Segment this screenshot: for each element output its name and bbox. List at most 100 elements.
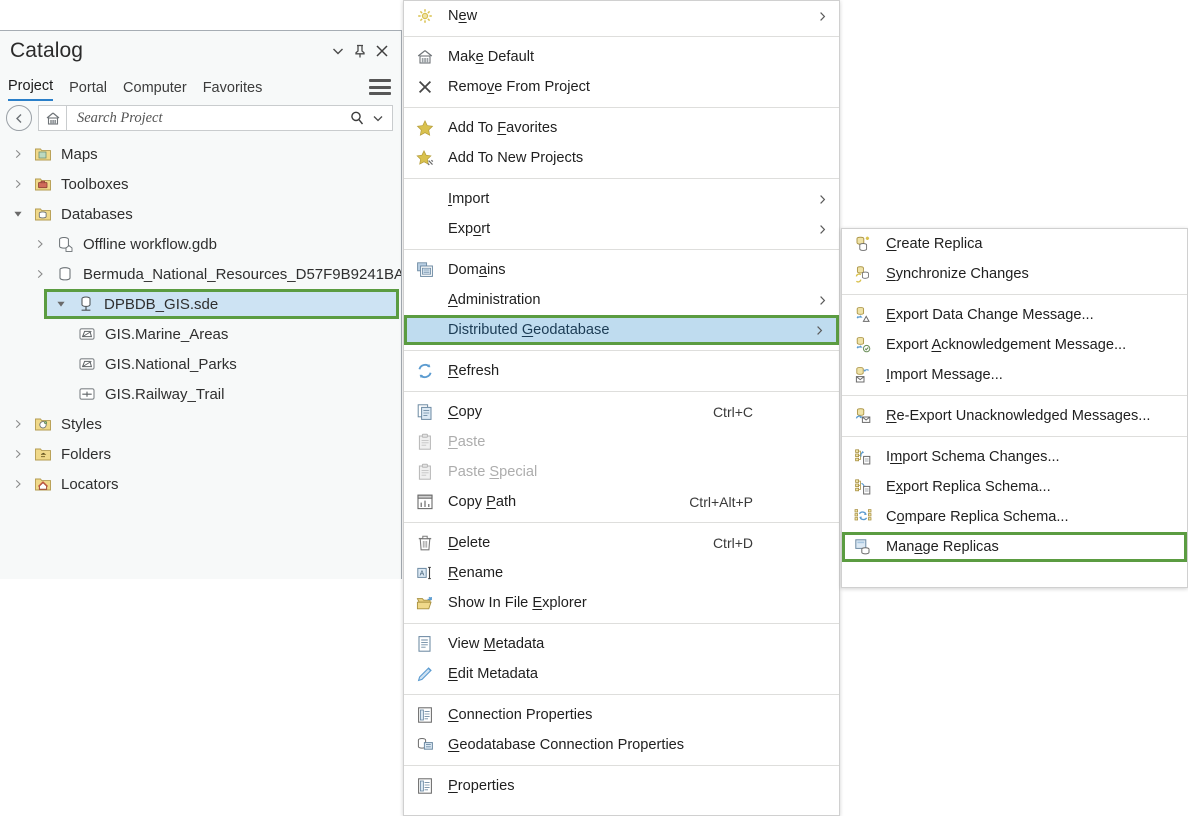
tree-item-label: Styles — [61, 415, 102, 433]
catalog-tree[interactable]: Maps Toolboxes Databases Offline workflow.g… — [0, 135, 401, 579]
menu-item-connection-properties[interactable]: Connection Properties — [404, 700, 839, 730]
no-twisty — [54, 326, 70, 342]
folder-toolboxes-icon — [32, 173, 54, 195]
folder-folders-icon — [32, 443, 54, 465]
menu-item-manage-replicas[interactable]: Manage Replicas — [842, 532, 1187, 562]
menu-item-label: New — [448, 8, 478, 24]
menu-item-view-metadata[interactable]: View Metadata — [404, 629, 839, 659]
menu-item-re-export-unacknowledged-messages[interactable]: Re-Export Unacknowledged Messages... — [842, 401, 1187, 431]
chevron-down-icon[interactable] — [368, 111, 388, 125]
menu-item-copy-path[interactable]: Copy Path Ctrl+Alt+P — [404, 487, 839, 517]
menu-item-properties[interactable]: Properties — [404, 771, 839, 801]
menu-item-label: Distributed Geodatabase — [448, 322, 610, 338]
tree-item-maps[interactable]: Maps — [0, 139, 401, 169]
tree-item-folders[interactable]: Folders — [0, 439, 401, 469]
menu-item-copy[interactable]: Copy Ctrl+C — [404, 397, 839, 427]
view-metadata-icon — [412, 633, 438, 655]
expand-arrow-icon[interactable] — [10, 146, 26, 162]
expand-arrow-icon[interactable] — [10, 476, 26, 492]
menu-item-label: Properties — [448, 778, 515, 794]
tree-item-databases[interactable]: Databases — [0, 199, 401, 229]
menu-item-domains[interactable]: Domains — [404, 255, 839, 285]
close-icon[interactable] — [371, 40, 393, 62]
menu-item-label: Copy — [448, 404, 483, 420]
expand-arrow-icon[interactable] — [10, 446, 26, 462]
menu-item-make-default[interactable]: Make Default — [404, 42, 839, 72]
pin-icon[interactable] — [349, 40, 371, 62]
catalog-tab-bar: Project Portal Computer Favorites — [0, 71, 401, 101]
tree-item-locators[interactable]: Locators — [0, 469, 401, 499]
menu-separator — [842, 436, 1187, 437]
make-default-home-icon — [412, 46, 438, 68]
tree-item-toolboxes[interactable]: Toolboxes — [0, 169, 401, 199]
tab-favorites[interactable]: Favorites — [203, 80, 263, 101]
menu-item-rename[interactable]: A Rename — [404, 558, 839, 588]
magnifier-icon[interactable] — [346, 110, 368, 126]
back-arrow-icon[interactable] — [6, 105, 32, 131]
folder-open-icon — [412, 592, 438, 614]
tab-project[interactable]: Project — [8, 78, 54, 101]
geodatabase-properties-icon — [412, 734, 438, 756]
tree-item-styles[interactable]: Styles — [0, 409, 401, 439]
menu-item-add-to-favorites[interactable]: Add To Favorites — [404, 113, 839, 143]
menu-item-label: Edit Metadata — [448, 666, 539, 682]
menu-item-label: Paste — [448, 434, 486, 450]
menu-item-label: Rename — [448, 565, 504, 581]
submenu-chevron-icon — [811, 194, 833, 205]
menu-item-administration[interactable]: Administration — [404, 285, 839, 315]
menu-item-label: Import Schema Changes... — [886, 449, 1060, 465]
menu-separator — [404, 36, 839, 37]
menu-item-remove-from-project[interactable]: Remove From Project — [404, 72, 839, 102]
expand-arrow-icon[interactable] — [10, 416, 26, 432]
menu-item-distributed-geodatabase[interactable]: Distributed Geodatabase — [404, 315, 839, 345]
collapse-arrow-icon[interactable] — [10, 206, 26, 222]
tree-item-bermuda-national-resources-d57f9b9241ba49[interactable]: Bermuda_National_Resources_D57F9B9241BA4… — [0, 259, 401, 289]
tree-item-gis-national-parks[interactable]: GIS.National_Parks — [0, 349, 401, 379]
context-menu[interactable]: New Make Default Remove From Project Add To… — [403, 0, 840, 816]
tab-computer[interactable]: Computer — [123, 80, 187, 101]
menu-item-export-data-change-message[interactable]: Export Data Change Message... — [842, 300, 1187, 330]
menu-item-import[interactable]: Import — [404, 184, 839, 214]
tree-item-offline-workflow-gdb[interactable]: Offline workflow.gdb — [0, 229, 401, 259]
search-input[interactable] — [75, 108, 346, 128]
menu-item-delete[interactable]: Delete Ctrl+D — [404, 528, 839, 558]
catalog-panel: Catalog Project Portal Computer Favorite… — [0, 30, 402, 579]
tree-item-gis-railway-trail[interactable]: GIS.Railway_Trail — [0, 379, 401, 409]
menu-item-show-in-file-explorer[interactable]: Show In File Explorer — [404, 588, 839, 618]
expand-arrow-icon[interactable] — [10, 176, 26, 192]
menu-item-export-replica-schema[interactable]: Export Replica Schema... — [842, 472, 1187, 502]
menu-item-export[interactable]: Export — [404, 214, 839, 244]
menu-item-label: Add To Favorites — [448, 120, 558, 136]
menu-separator — [404, 178, 839, 179]
menu-item-paste-special: Paste Special — [404, 457, 839, 487]
line-feature-icon — [76, 383, 98, 405]
menu-item-import-message[interactable]: Import Message... — [842, 360, 1187, 390]
menu-separator — [404, 765, 839, 766]
expand-arrow-icon[interactable] — [32, 266, 48, 282]
collapse-icon[interactable] — [327, 40, 349, 62]
menu-item-label: Make Default — [448, 49, 534, 65]
home-icon[interactable] — [38, 105, 66, 131]
hamburger-icon[interactable] — [369, 79, 391, 95]
menu-item-add-to-new-projects[interactable]: Add To New Projects — [404, 143, 839, 173]
menu-item-edit-metadata[interactable]: Edit Metadata — [404, 659, 839, 689]
menu-item-new[interactable]: New — [404, 1, 839, 31]
menu-separator — [842, 395, 1187, 396]
menu-item-synchronize-changes[interactable]: Synchronize Changes — [842, 259, 1187, 289]
tree-item-dpbdb-gis-sde[interactable]: DPBDB_GIS.sde — [44, 289, 399, 319]
tree-item-gis-marine-areas[interactable]: GIS.Marine_Areas — [0, 319, 401, 349]
menu-item-export-acknowledgement-message[interactable]: Export Acknowledgement Message... — [842, 330, 1187, 360]
menu-item-create-replica[interactable]: Create Replica — [842, 229, 1187, 259]
menu-item-import-schema-changes[interactable]: Import Schema Changes... — [842, 442, 1187, 472]
collapse-arrow-icon[interactable] — [53, 296, 69, 312]
menu-item-compare-replica-schema[interactable]: Compare Replica Schema... — [842, 502, 1187, 532]
menu-item-geodatabase-connection-properties[interactable]: Geodatabase Connection Properties — [404, 730, 839, 760]
expand-arrow-icon[interactable] — [32, 236, 48, 252]
no-twisty — [54, 356, 70, 372]
search-box[interactable] — [66, 105, 393, 131]
menu-item-refresh[interactable]: Refresh — [404, 356, 839, 386]
folder-databases-icon — [32, 203, 54, 225]
tab-portal[interactable]: Portal — [69, 80, 107, 101]
tree-item-label: GIS.National_Parks — [105, 355, 237, 373]
distributed-geodatabase-submenu[interactable]: Create Replica Synchronize Changes Export … — [841, 228, 1188, 588]
